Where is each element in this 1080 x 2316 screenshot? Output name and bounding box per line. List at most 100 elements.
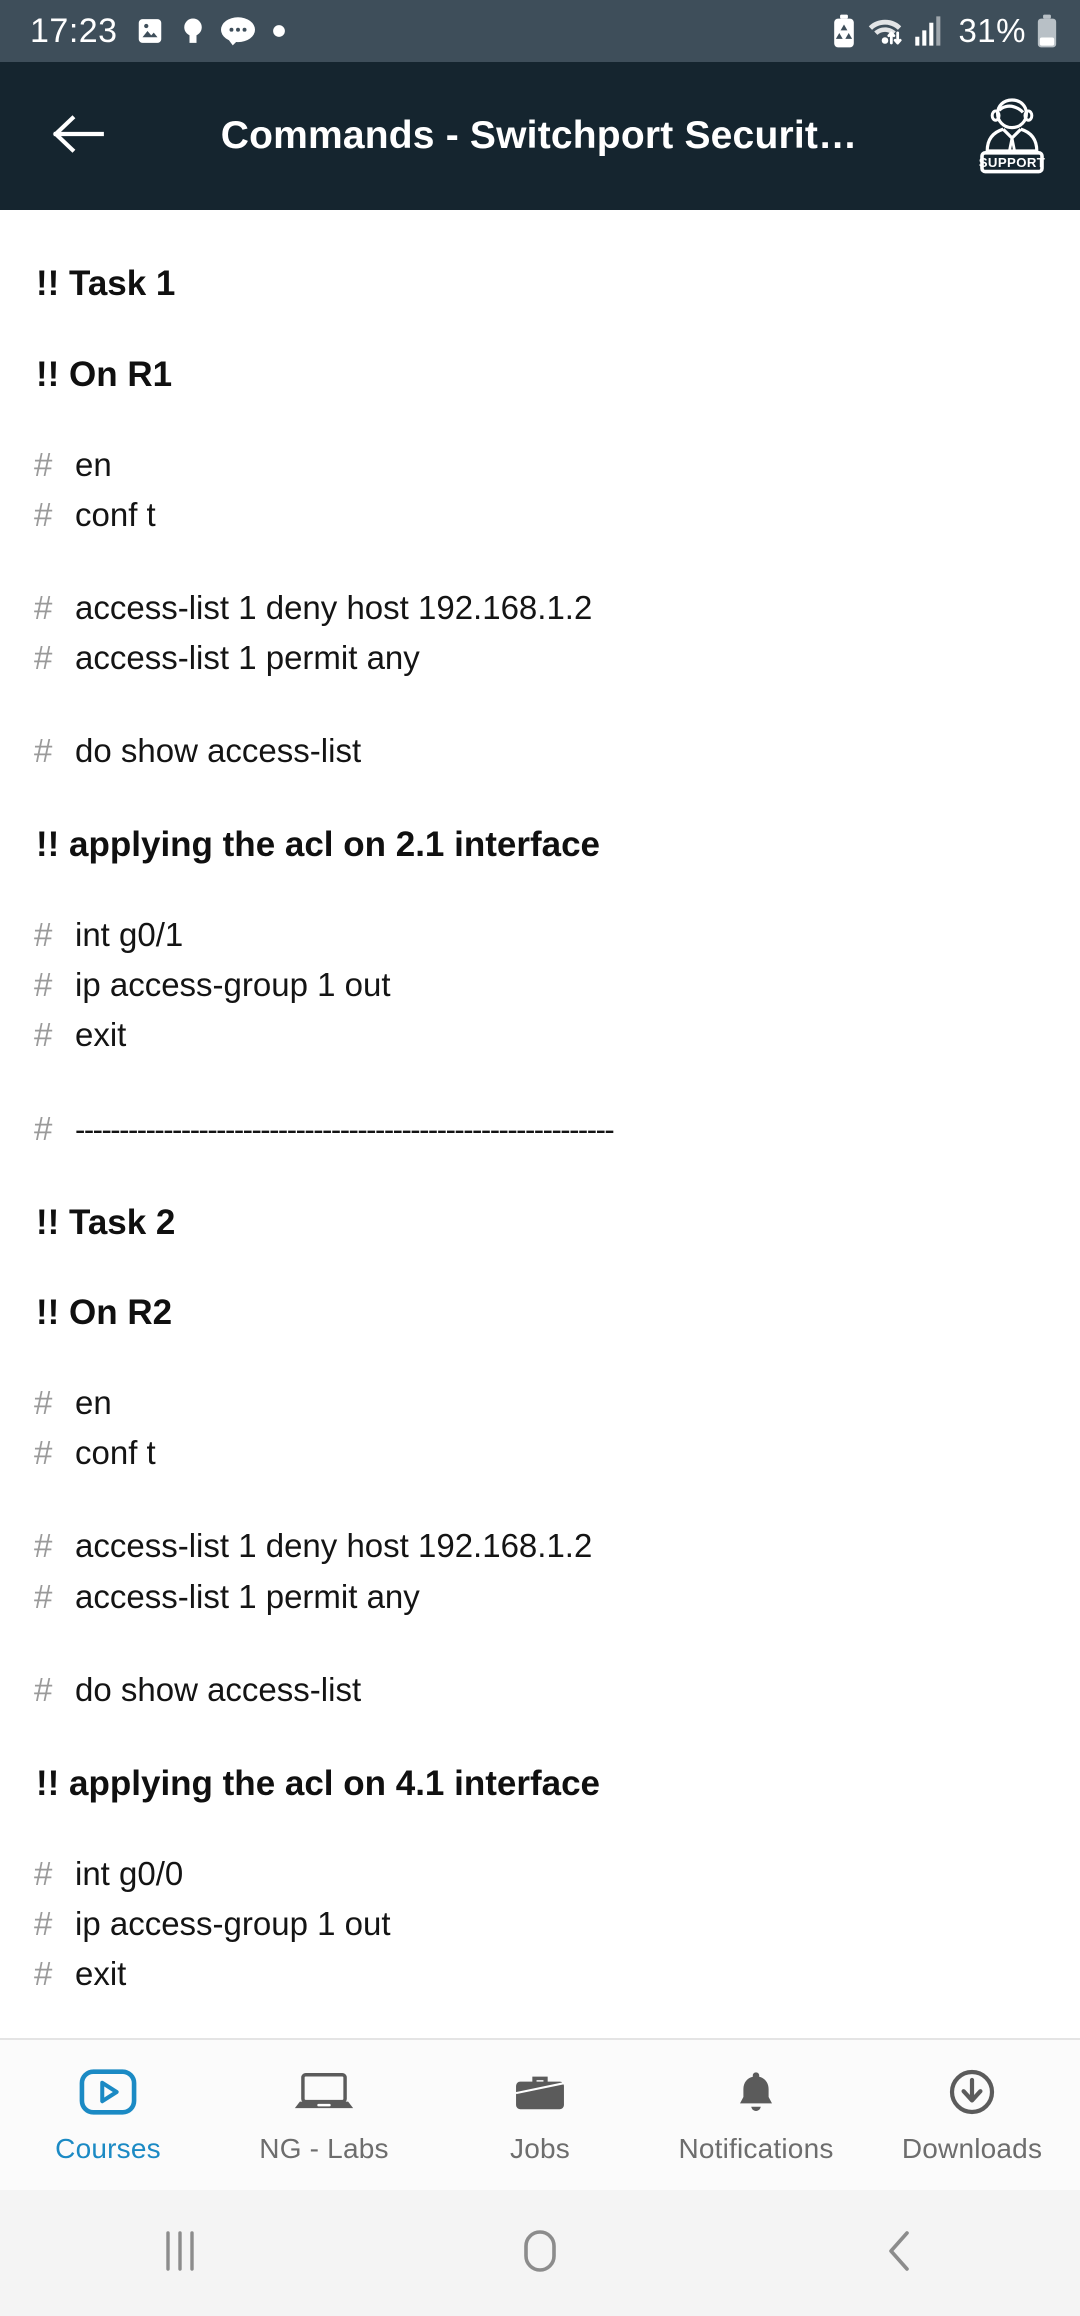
tab-notifications[interactable]: Notifications xyxy=(648,2040,864,2190)
support-button[interactable]: SUPPORT xyxy=(970,90,1054,182)
command-line: # access-list 1 permit any xyxy=(34,633,1046,683)
back-icon xyxy=(883,2227,917,2280)
command-text: ip access-group 1 out xyxy=(75,1904,391,1942)
tab-ng-labs[interactable]: NG - Labs xyxy=(216,2040,432,2190)
tab-label-ng-labs: NG - Labs xyxy=(259,2133,389,2164)
prompt-hash-icon: # xyxy=(34,1577,53,1615)
prompt-hash-icon: # xyxy=(34,1109,53,1147)
section-heading: !! On R1 xyxy=(36,354,173,394)
tab-label-notifications: Notifications xyxy=(678,2133,834,2164)
battery-saver-icon xyxy=(832,14,856,48)
tab-courses[interactable]: Courses xyxy=(0,2040,216,2190)
tab-downloads[interactable]: Downloads xyxy=(864,2040,1080,2190)
command-line: # int g0/0 xyxy=(34,1849,1046,1899)
command-line: # conf t xyxy=(34,490,1046,540)
command-text: access-list 1 permit any xyxy=(75,1577,420,1615)
command-line: # ip access-group 1 out xyxy=(34,1899,1046,1949)
tab-label-jobs: Jobs xyxy=(510,2133,570,2164)
app-bar: Commands - Switchport Securit… SUPPORT xyxy=(0,62,1080,210)
status-bar-left: 17:23 xyxy=(30,12,286,51)
command-group: # int g0/0 # ip access-group 1 out # exit xyxy=(34,1849,1046,1999)
section-heading: !! On R2 xyxy=(36,1293,173,1333)
prompt-hash-icon: # xyxy=(34,495,53,533)
prompt-hash-icon: # xyxy=(34,1016,53,1054)
laptop-icon xyxy=(293,2065,355,2119)
command-group: # do show access-list xyxy=(34,1665,1046,1715)
prompt-hash-icon: # xyxy=(34,966,53,1004)
prompt-hash-icon: # xyxy=(34,588,53,626)
command-group: # en # conf t xyxy=(34,1378,1046,1478)
tab-jobs[interactable]: Jobs xyxy=(432,2040,648,2190)
back-arrow-icon xyxy=(51,112,105,161)
page-title: Commands - Switchport Securit… xyxy=(220,114,858,157)
recents-button[interactable] xyxy=(0,2228,360,2279)
section-heading: !! applying the acl on 2.1 interface xyxy=(36,825,601,865)
home-button[interactable] xyxy=(360,2227,720,2280)
command-line: # exit xyxy=(34,1010,1046,1060)
status-time: 17:23 xyxy=(30,11,118,50)
command-line: # access-list 1 deny host 192.168.1.2 xyxy=(34,1521,1046,1571)
command-text: do show access-list xyxy=(75,1670,362,1708)
command-text: exit xyxy=(75,1016,127,1054)
bell-icon xyxy=(731,2065,781,2119)
signal-icon xyxy=(914,15,942,47)
status-bar: 17:23 31% xyxy=(0,0,1080,62)
section-heading: !! applying the acl on 4.1 interface xyxy=(36,1763,601,1803)
command-group: # do show access-list xyxy=(34,726,1046,776)
command-text: int g0/1 xyxy=(75,916,184,954)
command-line: # int g0/1 xyxy=(34,910,1046,960)
prompt-hash-icon: # xyxy=(34,1955,53,1992)
command-text: en xyxy=(75,445,112,483)
prompt-hash-icon: # xyxy=(34,638,53,676)
command-text: access-list 1 deny host 192.168.1.2 xyxy=(75,1527,593,1565)
android-nav-bar xyxy=(0,2190,1080,2316)
battery-icon xyxy=(1036,14,1058,48)
prompt-hash-icon: # xyxy=(34,732,53,770)
section-heading: !! Task 1 xyxy=(36,264,176,303)
command-text: conf t xyxy=(75,1434,156,1472)
tab-label-courses: Courses xyxy=(55,2133,161,2164)
command-line: # exit xyxy=(34,1949,1046,1999)
prompt-hash-icon: # xyxy=(34,1384,53,1422)
lesson-content[interactable]: !! Task 1 !! On R1 # en # conf t # access-list … xyxy=(0,210,1080,2038)
section-heading: !! Task 2 xyxy=(36,1202,176,1242)
command-text: exit xyxy=(75,1955,127,1992)
back-button-system[interactable] xyxy=(720,2227,1080,2280)
status-bar-right: 31% xyxy=(832,12,1058,50)
battery-percent-label: 31% xyxy=(958,12,1026,49)
support-agent-icon: SUPPORT xyxy=(974,92,1050,181)
briefcase-icon xyxy=(512,2065,568,2119)
prompt-hash-icon: # xyxy=(34,1904,53,1942)
dot-icon xyxy=(272,24,286,38)
svg-text:SUPPORT: SUPPORT xyxy=(979,154,1046,169)
tab-label-downloads: Downloads xyxy=(901,2133,1043,2164)
command-line: # en xyxy=(34,1378,1046,1428)
command-line: # do show access-list xyxy=(34,726,1046,776)
command-group: # access-list 1 deny host 192.168.1.2 # acc… xyxy=(34,583,1046,683)
wifi-icon xyxy=(866,15,904,47)
bulb-icon xyxy=(182,16,204,46)
prompt-hash-icon: # xyxy=(34,1527,53,1565)
command-group: # access-list 1 deny host 192.168.1.2 # acc… xyxy=(34,1521,1046,1621)
bottom-tab-bar: Courses NG - Labs Jobs Notifications Dow… xyxy=(0,2038,1080,2190)
home-icon xyxy=(519,2227,561,2280)
command-line: # ip access-group 1 out xyxy=(34,960,1046,1010)
command-text: en xyxy=(75,1384,112,1422)
phone-screen: 17:23 31% Commands - Switchport Securit…… xyxy=(0,0,1080,2316)
chat-bubble-icon xyxy=(220,16,255,46)
back-button[interactable] xyxy=(42,100,114,172)
command-group: # int g0/1 # ip access-group 1 out # exit xyxy=(34,910,1046,1060)
command-line: # conf t xyxy=(34,1428,1046,1478)
prompt-hash-icon: # xyxy=(34,1670,53,1708)
